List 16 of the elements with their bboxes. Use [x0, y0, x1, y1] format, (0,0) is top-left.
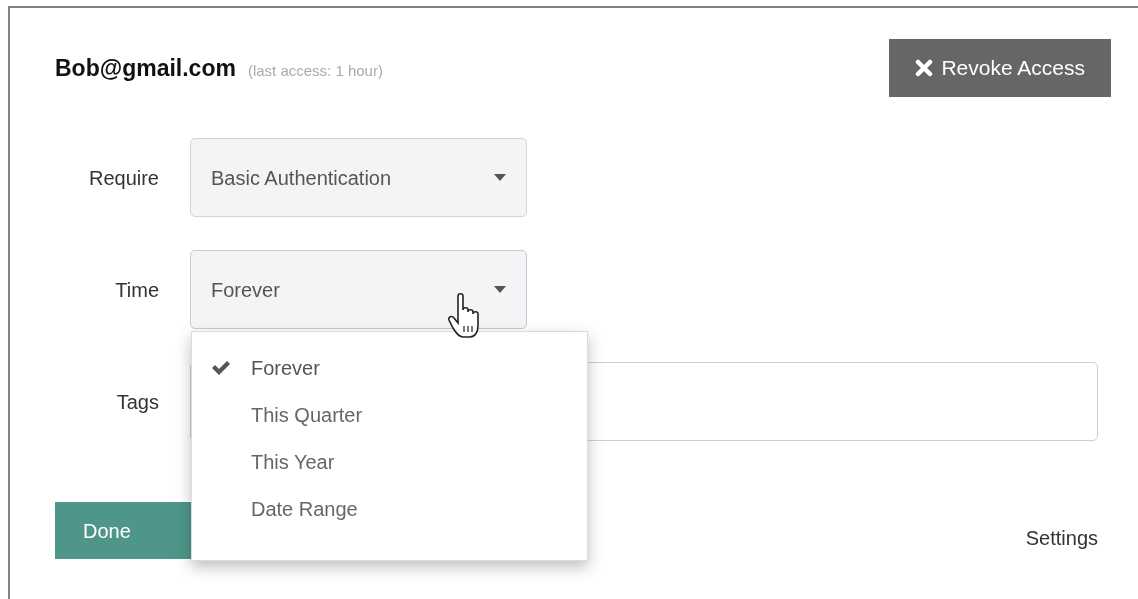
settings-link[interactable]: Settings — [1025, 522, 1098, 553]
menu-item[interactable]: This Quarter — [192, 391, 587, 438]
caret-icon — [494, 286, 506, 293]
field-label: Tags — [116, 389, 159, 415]
menu-item[interactable]: This Year — [192, 438, 587, 485]
account-email: Bob@gmail.com — [55, 53, 236, 83]
field-label: Require — [88, 165, 159, 191]
menu-item[interactable]: Forever — [192, 344, 587, 391]
select-field[interactable]: Basic Authentication — [190, 138, 527, 217]
select-field[interactable]: Forever — [190, 250, 527, 329]
revoke-access-button[interactable]: Revoke Access — [889, 39, 1111, 97]
close-icon — [915, 59, 934, 77]
field-label: Time — [115, 277, 159, 303]
check-icon — [211, 359, 231, 376]
last-access-text: (last access: 1 hour) — [247, 60, 383, 81]
caret-icon — [494, 174, 506, 181]
